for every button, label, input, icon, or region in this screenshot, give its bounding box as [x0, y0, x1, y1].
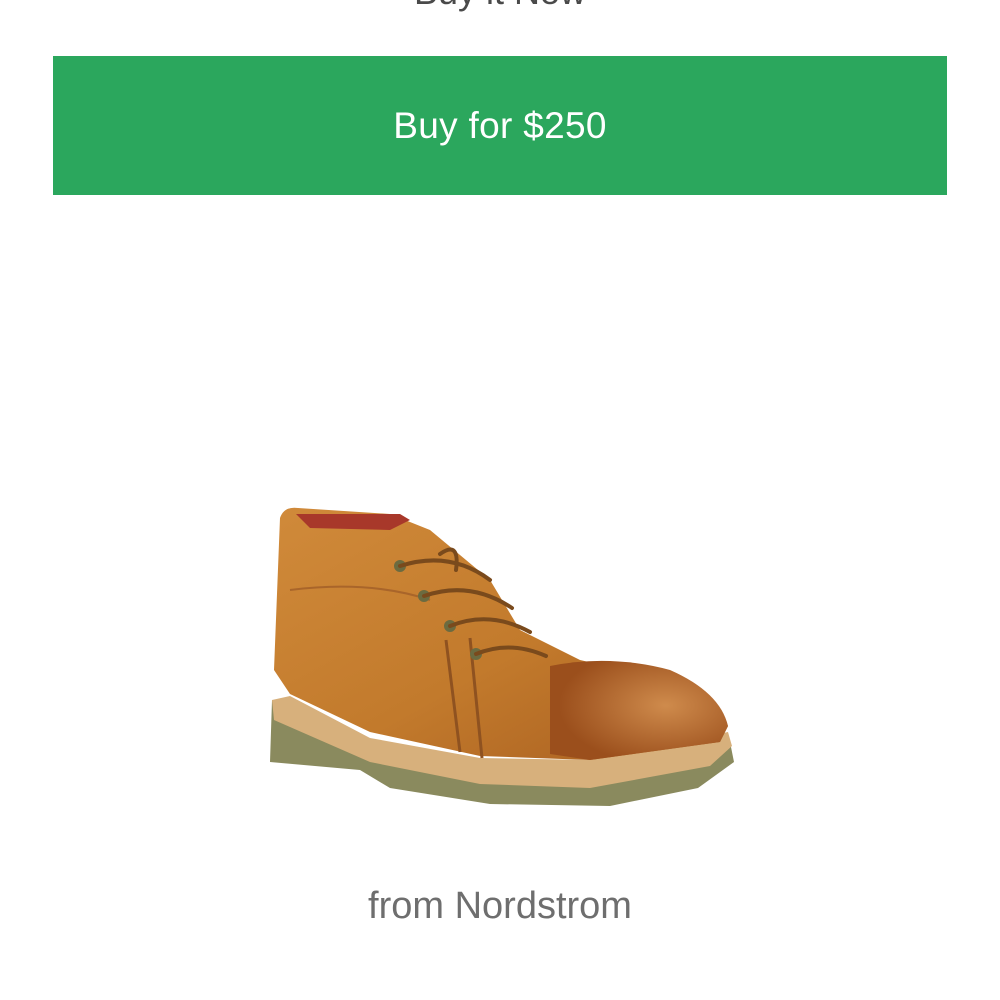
page-title: Buy it Now — [0, 0, 1000, 10]
boot-icon — [270, 507, 734, 806]
product-image[interactable] — [250, 470, 750, 830]
buy-button-label: Buy for $250 — [393, 104, 607, 146]
buy-button[interactable]: Buy for $250 — [53, 56, 947, 195]
retailer-label: from Nordstrom — [368, 885, 632, 927]
